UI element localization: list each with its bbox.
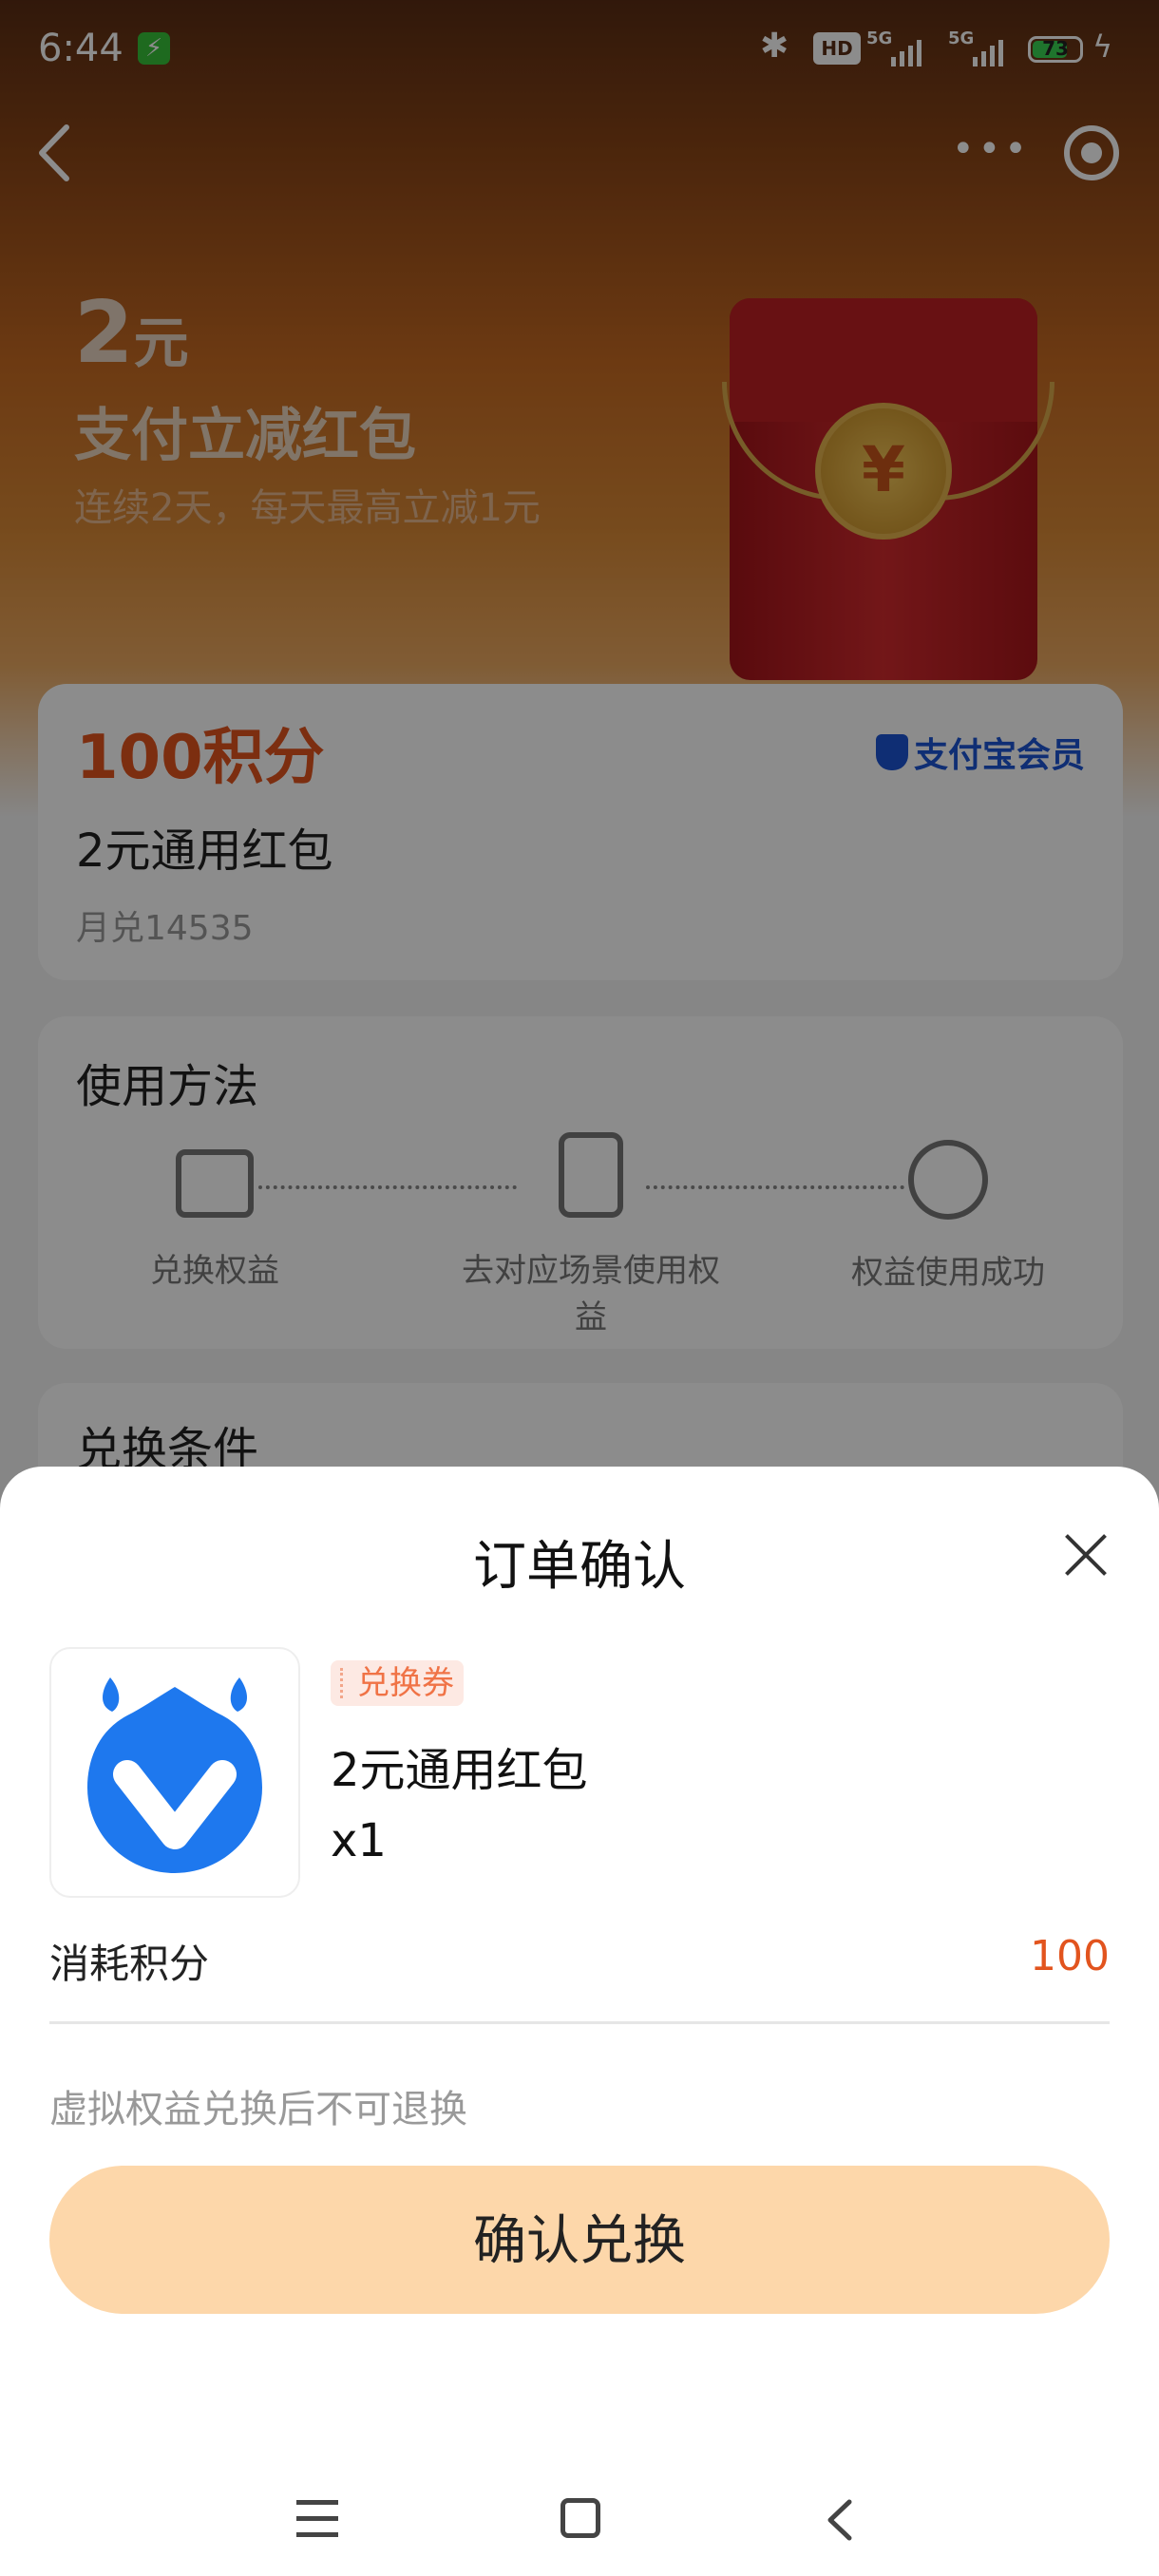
chevron-left-icon bbox=[827, 2499, 852, 2541]
divider bbox=[49, 2021, 1110, 2024]
item-quantity: x1 bbox=[331, 1814, 387, 1867]
voucher-badge: 兑换券 bbox=[331, 1660, 464, 1706]
v-drop-logo-icon bbox=[87, 1677, 262, 1873]
order-confirm-sheet: 订单确认 兑换券 2元通用红包 x1 消耗积分 100 虚拟权益兑换后不可退换 … bbox=[0, 1467, 1159, 2576]
cost-value: 100 bbox=[1030, 1932, 1110, 1980]
system-navigation-bar bbox=[0, 2464, 1159, 2576]
cost-label: 消耗积分 bbox=[49, 1941, 210, 1987]
close-icon[interactable] bbox=[1064, 1533, 1108, 1577]
confirm-exchange-button[interactable]: 确认兑换 bbox=[49, 2166, 1110, 2314]
home-button[interactable] bbox=[560, 2498, 600, 2538]
refund-notice: 虚拟权益兑换后不可退换 bbox=[49, 2088, 467, 2131]
item-name: 2元通用红包 bbox=[331, 1744, 588, 1797]
sheet-title: 订单确认 bbox=[473, 1536, 686, 1598]
menu-button[interactable] bbox=[296, 2500, 338, 2538]
product-thumbnail bbox=[49, 1647, 300, 1898]
system-back-button[interactable] bbox=[819, 2496, 866, 2544]
